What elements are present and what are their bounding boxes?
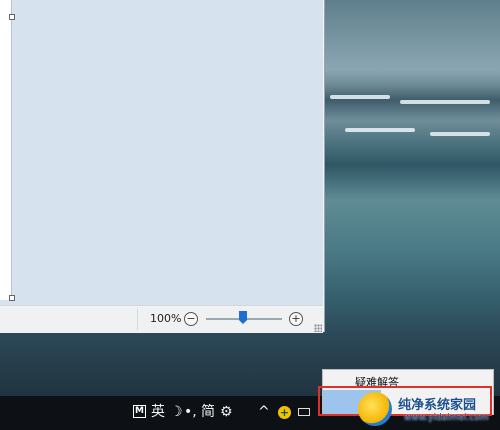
zoom-slider-thumb[interactable] xyxy=(239,311,247,324)
ime-mode-moon-icon[interactable]: ☽ xyxy=(170,403,183,421)
resize-handle[interactable] xyxy=(9,295,15,301)
watermark-logo: 纯净系统家园 www.yidaimei.com xyxy=(358,390,496,430)
ime-settings-icon[interactable]: ⚙ xyxy=(220,403,233,421)
watermark-url: www.yidaimei.com xyxy=(404,413,489,423)
tray-overflow-chevron-icon[interactable]: ^ xyxy=(258,403,270,421)
page-sheet xyxy=(0,0,12,300)
zoom-in-button[interactable]: + xyxy=(289,312,303,326)
statusbar-divider xyxy=(137,309,138,330)
resize-grip-icon[interactable] xyxy=(314,324,322,332)
zoom-level: 100% xyxy=(150,312,182,325)
zoom-out-button[interactable]: − xyxy=(184,312,198,326)
ime-m-icon[interactable]: M xyxy=(133,405,146,418)
wallpaper-wave xyxy=(330,95,390,99)
battery-icon[interactable] xyxy=(298,408,310,416)
canvas-area[interactable] xyxy=(0,0,323,305)
ime-punctuation-icon[interactable]: •, xyxy=(184,403,197,421)
app-window: 100% − + xyxy=(0,0,325,333)
wallpaper-wave xyxy=(345,128,415,132)
status-bar: 100% − + xyxy=(0,305,323,333)
ime-simplified-toggle[interactable]: 简 xyxy=(201,403,215,421)
wallpaper-wave xyxy=(400,100,490,104)
watermark-title: 纯净系统家园 xyxy=(398,398,477,413)
watermark-emblem-icon xyxy=(358,392,392,426)
resize-handle[interactable] xyxy=(9,14,15,20)
wallpaper-wave xyxy=(430,132,490,136)
ime-language-toggle[interactable]: 英 xyxy=(151,403,165,421)
security-shield-icon[interactable]: + xyxy=(278,406,291,419)
